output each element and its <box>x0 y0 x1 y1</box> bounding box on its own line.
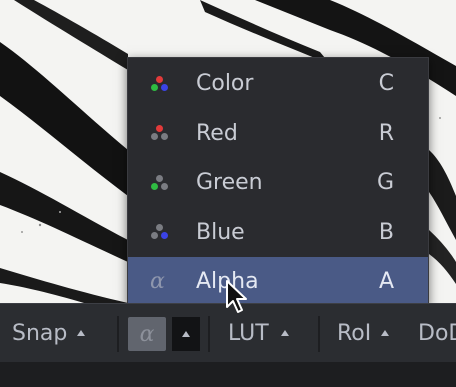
menu-item-label: Color <box>196 71 254 97</box>
alpha-channel-icon: α <box>150 268 165 294</box>
shortcut-key: C <box>378 71 394 97</box>
menu-item-alpha[interactable]: α Alpha A <box>128 257 428 307</box>
shortcut-key: A <box>378 269 394 295</box>
snap-label: Snap <box>12 320 68 346</box>
lut-label: LUT <box>228 320 269 346</box>
shortcut-key: R <box>378 120 394 146</box>
shortcut-key: G <box>376 170 394 196</box>
channel-menu: Color C Red R Green G Blue B α Alpha A <box>127 57 429 307</box>
dod-label: DoD <box>418 320 456 346</box>
menu-item-red[interactable]: Red R <box>128 109 428 159</box>
green-channel-icon <box>150 174 168 192</box>
snap-dropdown[interactable]: Snap <box>12 304 86 362</box>
menu-item-label: Red <box>196 120 238 146</box>
chevron-up-icon <box>381 330 390 336</box>
menu-item-color[interactable]: Color C <box>128 59 428 109</box>
toolbar-divider <box>208 316 210 352</box>
toolbar-divider <box>318 316 320 352</box>
menu-item-label: Green <box>196 170 263 196</box>
toolbar-divider <box>117 316 119 352</box>
status-bar <box>0 362 456 387</box>
roi-dropdown[interactable]: RoI <box>337 304 390 362</box>
channel-button[interactable]: α <box>128 317 166 351</box>
blue-channel-icon <box>150 223 168 241</box>
menu-item-blue[interactable]: Blue B <box>128 208 428 258</box>
rgb-channels-icon <box>150 75 168 93</box>
menu-item-green[interactable]: Green G <box>128 158 428 208</box>
chevron-up-icon <box>280 330 289 336</box>
roi-label: RoI <box>337 320 372 346</box>
chevron-up-icon <box>77 330 86 336</box>
dod-dropdown[interactable]: DoD <box>418 304 456 362</box>
mouse-pointer-icon <box>226 280 247 313</box>
menu-item-label: Blue <box>196 219 245 245</box>
red-channel-icon <box>150 124 168 142</box>
channel-menu-button[interactable] <box>172 317 200 351</box>
chevron-up-icon <box>182 331 190 337</box>
shortcut-key: B <box>378 219 394 245</box>
